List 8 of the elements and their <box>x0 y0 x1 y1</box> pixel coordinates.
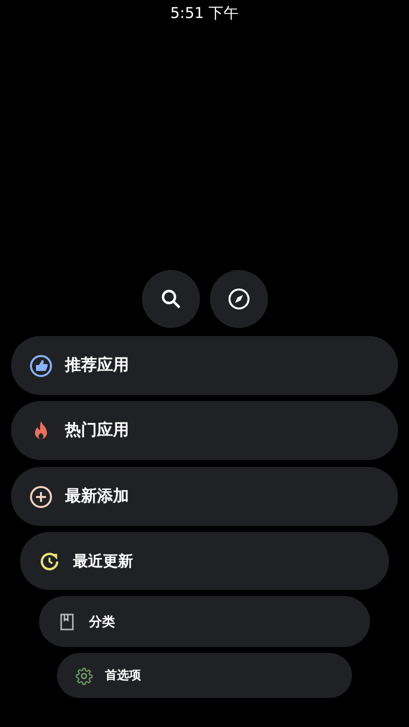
menu-item[interactable]: 推荐应用 <box>11 336 398 395</box>
menu-item[interactable]: 热门应用 <box>11 401 398 460</box>
menu-item[interactable]: 最新添加 <box>11 467 398 526</box>
compass-icon <box>226 287 250 311</box>
menu-item[interactable]: 最近更新 <box>20 532 389 590</box>
menu-item[interactable]: 分类 <box>39 596 370 647</box>
status-time: 5:51 下午 <box>170 4 239 23</box>
menu-item[interactable]: 首选项 <box>57 653 352 698</box>
